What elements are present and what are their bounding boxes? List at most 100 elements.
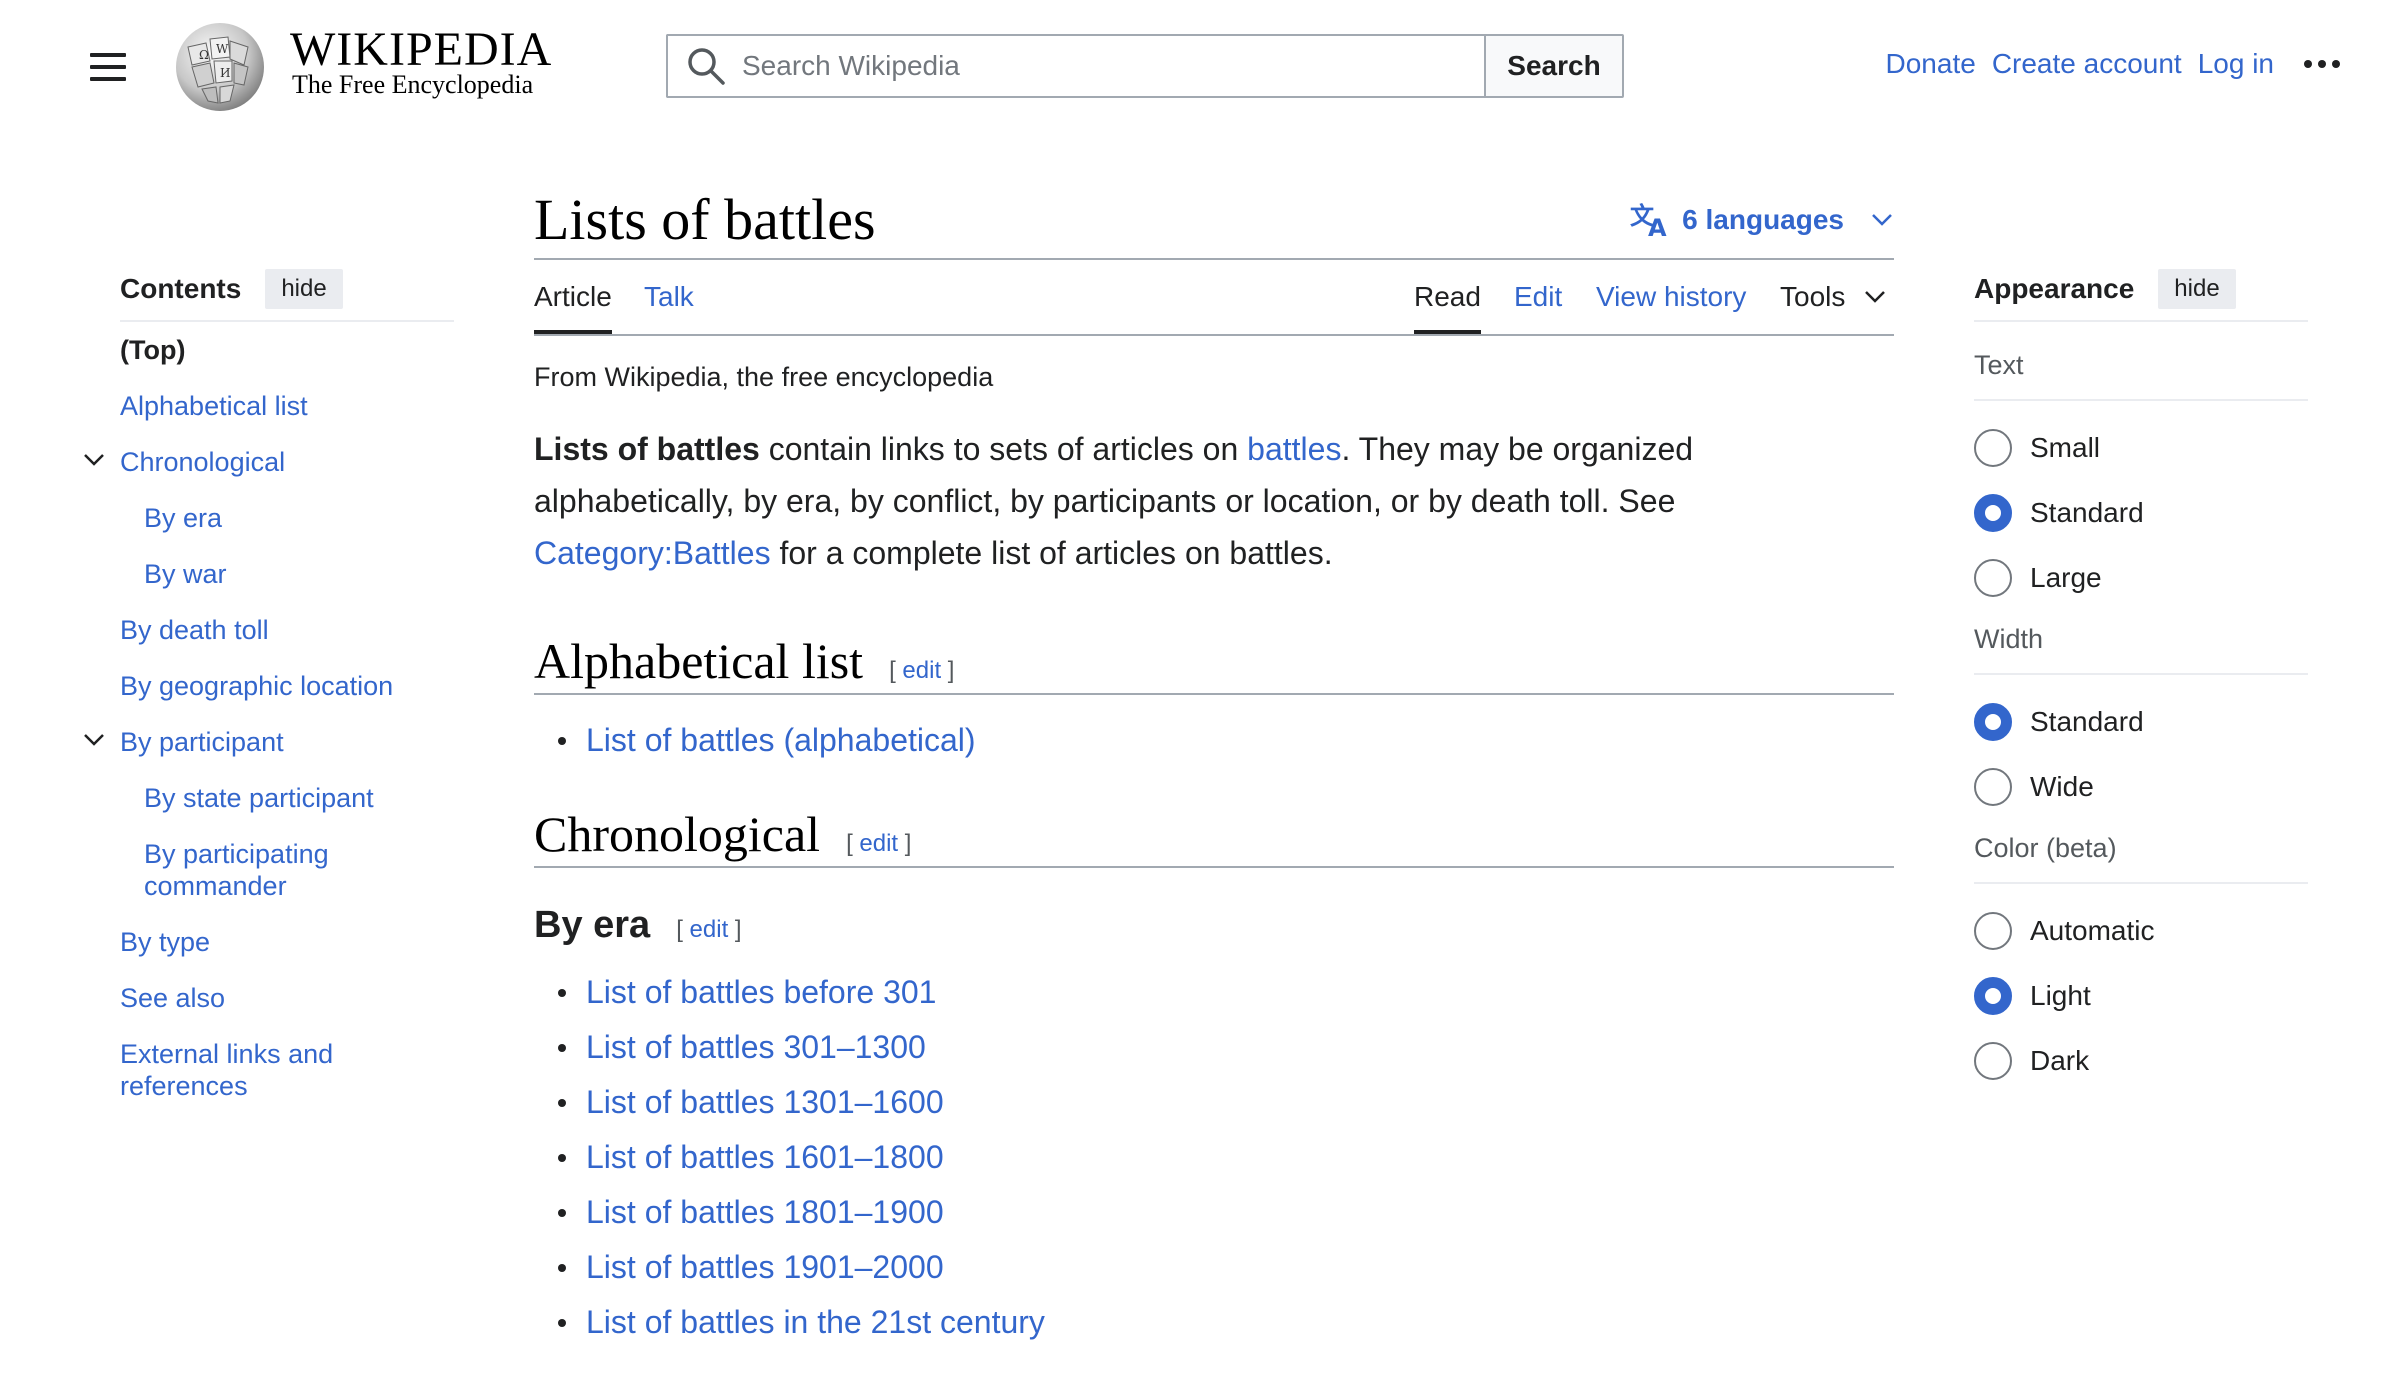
radio-text-large[interactable]: Large <box>1974 545 2308 610</box>
more-options-icon[interactable] <box>2304 60 2340 68</box>
tools-menu[interactable]: Tools <box>1780 260 1887 334</box>
tab-edit[interactable]: Edit <box>1514 260 1562 334</box>
radio-button[interactable] <box>1974 767 2012 806</box>
menu-bar <box>90 77 126 81</box>
table-of-contents: Contents hide (Top) Alphabetical list Ch… <box>84 269 454 1126</box>
log-in-link[interactable]: Log in <box>2198 48 2274 80</box>
radio-text-small[interactable]: Small <box>1974 415 2308 480</box>
tab-article[interactable]: Article <box>534 260 612 334</box>
list-item: List of battles before 301 <box>534 965 1894 1020</box>
color-options: Automatic Light Dark <box>1974 898 2308 1093</box>
chevron-down-icon[interactable] <box>82 450 106 470</box>
toc-hide-button[interactable]: hide <box>265 269 343 309</box>
width-label: Width <box>1974 624 2308 675</box>
list-link[interactable]: List of battles (alphabetical) <box>586 722 976 758</box>
toc-item-chronological[interactable]: Chronological <box>120 447 285 477</box>
list-link[interactable]: List of battles 1301–1600 <box>586 1084 944 1120</box>
toc-item-alphabetical-list[interactable]: Alphabetical list <box>120 391 308 421</box>
list-item: List of battles 1601–1800 <box>534 1130 1894 1185</box>
tab-read[interactable]: Read <box>1414 260 1481 334</box>
page-tabs: Article Talk Read Edit View history Tool… <box>534 260 1894 336</box>
search-box[interactable] <box>666 34 1486 98</box>
title-bar: Lists of battles 文 A 6 languages <box>534 180 1894 260</box>
toc-item-by-era[interactable]: By era <box>144 503 222 533</box>
section-title: Chronological <box>534 806 821 862</box>
radio-color-automatic[interactable]: Automatic <box>1974 898 2308 963</box>
toc-title: Contents <box>120 273 242 304</box>
subsection-heading-by-era: By era [ edit ] <box>534 904 1894 947</box>
toc-item-by-geographic-location[interactable]: By geographic location <box>120 671 393 701</box>
radio-color-dark[interactable]: Dark <box>1974 1028 2308 1093</box>
text-size-options: Small Standard Large <box>1974 415 2308 610</box>
toc-item-external-links[interactable]: External links and references <box>120 1039 333 1101</box>
list-item: List of battles 1901–2000 <box>534 1240 1894 1295</box>
donate-link[interactable]: Donate <box>1886 48 1976 80</box>
toc-item-top[interactable]: (Top) <box>120 334 454 366</box>
list-item: List of battles 1801–1900 <box>534 1185 1894 1240</box>
user-links: Donate Create account Log in <box>1886 48 2340 80</box>
radio-button-checked[interactable] <box>1974 702 2012 741</box>
list-link[interactable]: List of battles 301–1300 <box>586 1029 926 1065</box>
svg-text:W: W <box>216 42 229 56</box>
chevron-down-icon <box>1872 214 1892 226</box>
tab-view-history[interactable]: View history <box>1596 260 1746 334</box>
radio-button[interactable] <box>1974 1041 2012 1080</box>
list-link[interactable]: List of battles 1601–1800 <box>586 1139 944 1175</box>
create-account-link[interactable]: Create account <box>1992 48 2182 80</box>
category-battles-link[interactable]: Category:Battles <box>534 535 771 571</box>
appearance-panel: Appearance hide Text Small Standard Larg… <box>1974 269 2308 1093</box>
toc-item-by-type[interactable]: By type <box>120 927 210 957</box>
search-button[interactable]: Search <box>1484 34 1624 98</box>
wikipedia-globe-icon[interactable]: Ω W И <box>168 17 272 113</box>
radio-color-light[interactable]: Light <box>1974 963 2308 1028</box>
radio-width-wide[interactable]: Wide <box>1974 754 2308 819</box>
radio-label: Large <box>2030 561 2102 593</box>
radio-label: Wide <box>2030 770 2094 802</box>
toc-item-by-participating-commander[interactable]: By participating commander <box>144 839 329 901</box>
radio-button[interactable] <box>1974 558 2012 597</box>
toc-item-see-also[interactable]: See also <box>120 983 225 1013</box>
section-title: Alphabetical list <box>534 633 864 689</box>
intro-text: for a complete list of articles on battl… <box>770 535 1333 571</box>
list-item: List of battles 1301–1600 <box>534 1075 1894 1130</box>
wikipedia-wordmark[interactable]: WIKIPEDIA <box>290 26 552 74</box>
toc-item-by-death-toll[interactable]: By death toll <box>120 615 269 645</box>
radio-button-checked[interactable] <box>1974 976 2012 1015</box>
list-link[interactable]: List of battles 1801–1900 <box>586 1194 944 1230</box>
toc-item-by-participant[interactable]: By participant <box>120 727 284 757</box>
list-link[interactable]: List of battles in the 21st century <box>586 1304 1045 1340</box>
appearance-header: Appearance hide <box>1974 269 2308 322</box>
appearance-hide-button[interactable]: hide <box>2158 269 2236 309</box>
color-label: Color (beta) <box>1974 833 2308 884</box>
list-link[interactable]: List of battles 1901–2000 <box>586 1249 944 1285</box>
tab-talk[interactable]: Talk <box>644 260 694 334</box>
list-link[interactable]: List of battles before 301 <box>586 974 936 1010</box>
intro-text: contain links to sets of articles on <box>759 431 1248 467</box>
appearance-title: Appearance <box>1974 273 2135 304</box>
edit-link[interactable]: edit <box>859 830 898 857</box>
edit-link[interactable]: edit <box>902 657 941 684</box>
radio-button[interactable] <box>1974 428 2012 467</box>
battles-link[interactable]: battles <box>1247 431 1341 467</box>
menu-bar <box>90 65 126 69</box>
toc-item-by-state-participant[interactable]: By state participant <box>144 783 374 813</box>
chevron-down-icon[interactable] <box>82 730 106 750</box>
search-input[interactable] <box>742 50 1442 82</box>
intro-paragraph: Lists of battles contain links to sets o… <box>534 423 1734 579</box>
radio-width-standard[interactable]: Standard <box>1974 689 2308 754</box>
radio-button-checked[interactable] <box>1974 493 2012 532</box>
section-edit: [ edit ] <box>889 657 955 684</box>
languages-button[interactable]: 文 A 6 languages <box>1630 202 1894 238</box>
site-sub: From Wikipedia, the free encyclopedia <box>534 362 994 392</box>
text-size-label: Text <box>1974 350 2308 401</box>
radio-text-standard[interactable]: Standard <box>1974 480 2308 545</box>
radio-button[interactable] <box>1974 911 2012 950</box>
svg-text:A: A <box>1648 214 1667 238</box>
section-edit: [ edit ] <box>846 830 912 857</box>
edit-link[interactable]: edit <box>690 916 729 943</box>
radio-label: Standard <box>2030 705 2144 737</box>
main-menu-button[interactable] <box>88 50 128 84</box>
section-heading-alphabetical: Alphabetical list [ edit ] <box>534 633 1894 695</box>
toc-item-by-war[interactable]: By war <box>144 559 227 589</box>
svg-text:И: И <box>220 66 230 80</box>
